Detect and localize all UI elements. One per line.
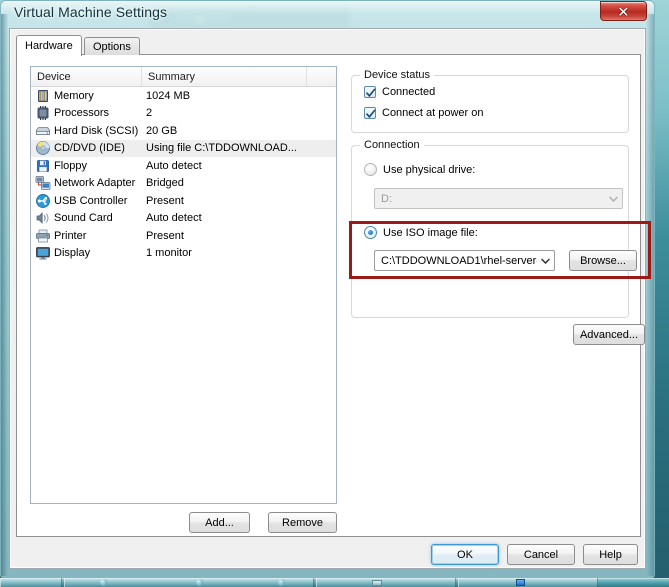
taskbar-icon (372, 580, 382, 586)
taskbar-icon (100, 579, 107, 586)
list-item-device: Printer (54, 229, 87, 242)
taskbar-item[interactable] (458, 578, 598, 587)
radio-use-physical-drive-label: Use physical drive: (383, 163, 476, 176)
tab-hardware-label: Hardware (25, 40, 73, 52)
radio-button-off (364, 163, 377, 176)
radio-button-on (364, 226, 377, 239)
list-item[interactable]: USB Controller Present (31, 192, 336, 210)
chevron-down-icon (605, 189, 622, 208)
list-item-summary: 20 GB (146, 124, 178, 137)
list-item-summary: Bridged (146, 177, 184, 190)
remove-button[interactable]: Remove (268, 512, 337, 533)
tab-hardware[interactable]: Hardware (16, 35, 82, 56)
help-button[interactable]: Help (583, 544, 638, 565)
close-x-icon (618, 6, 629, 16)
list-item-summary: Using file C:\TDDOWNLOAD... (146, 142, 297, 155)
checkbox-box (364, 107, 376, 119)
window-title: Virtual Machine Settings (14, 4, 168, 20)
list-item-device: Network Adapter (54, 177, 136, 190)
list-item-summary: Present (146, 194, 184, 207)
list-item-selected[interactable]: CD/DVD (IDE) Using file C:\TDDOWNLOAD... (31, 139, 336, 157)
taskbar-icon (196, 579, 203, 586)
tab-options[interactable]: Options (84, 37, 140, 55)
display-icon (36, 247, 50, 260)
dialog-client-area: Hardware Options Device Summary Memory 1… (9, 28, 651, 569)
add-button[interactable]: Add... (189, 512, 250, 533)
connection-title: Connection (360, 139, 424, 151)
physical-drive-combo[interactable]: D: (374, 188, 623, 209)
radio-use-iso-image-file-label: Use ISO image file: (383, 226, 478, 239)
list-item-device: USB Controller (54, 194, 128, 207)
list-item-device: Floppy (54, 159, 88, 172)
checkbox-connected-label: Connected (382, 86, 436, 98)
device-status-group: Device status Connected Connect at power… (351, 69, 629, 133)
taskbar (0, 578, 669, 587)
sound-card-icon (36, 212, 49, 225)
iso-file-value: C:\TDDOWNLOAD1\rhel-server- (381, 254, 537, 267)
checkbox-connect-at-power-on[interactable]: Connect at power on (364, 107, 484, 119)
tab-strip: Hardware Options (16, 35, 641, 56)
radio-use-physical-drive[interactable]: Use physical drive: (364, 163, 475, 176)
hard-disk-icon (36, 126, 50, 135)
checkbox-box (364, 86, 376, 98)
column-header-device[interactable]: Device (31, 67, 142, 86)
list-item[interactable]: Memory 1024 MB (31, 87, 336, 105)
list-item-device: Memory (54, 89, 94, 102)
list-item-device: Processors (54, 107, 110, 120)
list-item[interactable]: Hard Disk (SCSI) 20 GB (31, 122, 336, 140)
checkbox-connected[interactable]: Connected (364, 86, 435, 98)
radio-use-iso-image-file[interactable]: Use ISO image file: (364, 226, 478, 239)
checkmark-icon (366, 88, 376, 98)
close-button[interactable] (600, 1, 647, 21)
list-item[interactable]: Network Adapter Bridged (31, 175, 336, 193)
checkmark-icon (366, 109, 376, 119)
network-adapter-icon (35, 176, 51, 191)
iso-file-combo[interactable]: C:\TDDOWNLOAD1\rhel-server- (374, 250, 555, 271)
window-border-left (1, 14, 8, 576)
browse-button[interactable]: Browse... (569, 250, 637, 271)
processor-icon (37, 106, 49, 121)
device-list-body: Memory 1024 MB Processors 2 Hard Disk (S… (31, 87, 336, 262)
list-item[interactable]: Display 1 monitor (31, 245, 336, 263)
list-item-device: Sound Card (54, 212, 113, 225)
device-status-title: Device status (360, 69, 435, 81)
tab-options-label: Options (93, 40, 131, 53)
cancel-button[interactable]: Cancel (507, 544, 575, 565)
list-item-summary: Auto detect (146, 159, 202, 172)
list-item-device: Display (54, 247, 91, 260)
taskbar-icon (516, 579, 525, 586)
advanced-button[interactable]: Advanced... (573, 324, 645, 345)
virtual-machine-settings-window: Virtual Machine Settings Hardware Option… (0, 0, 655, 578)
cd-dvd-icon (36, 141, 50, 156)
device-list-header: Device Summary (31, 67, 336, 87)
connection-group: Connection Use physical drive: D: Use IS… (351, 139, 637, 318)
list-item-summary: 1024 MB (146, 89, 191, 102)
checkbox-connect-at-power-on-label: Connect at power on (382, 107, 484, 119)
list-item-summary: 1 monitor (146, 247, 192, 260)
hardware-tab-page: Device Summary Memory 1024 MB Processors… (16, 54, 651, 537)
list-item[interactable]: Floppy Auto detect (31, 157, 336, 175)
ok-button[interactable]: OK (431, 544, 499, 565)
list-item-summary: 2 (146, 107, 153, 120)
chevron-down-icon (537, 251, 554, 270)
list-item[interactable]: Processors 2 (31, 105, 336, 123)
floppy-icon (37, 159, 49, 172)
physical-drive-value: D: (381, 192, 392, 205)
list-item-device: CD/DVD (IDE) (54, 142, 125, 155)
column-header-summary[interactable]: Summary (142, 67, 307, 86)
device-list[interactable]: Device Summary Memory 1024 MB Processors… (30, 66, 337, 504)
list-item[interactable]: Printer Present (31, 227, 336, 245)
taskbar-start-button[interactable] (0, 578, 62, 587)
column-header-blank[interactable] (307, 67, 337, 86)
printer-icon (36, 229, 50, 243)
list-item-device: Hard Disk (SCSI) (54, 124, 139, 137)
taskbar-icon (278, 579, 285, 586)
memory-icon (38, 89, 48, 102)
usb-icon (36, 193, 50, 208)
list-item[interactable]: Sound Card Auto detect (31, 210, 336, 228)
list-item-summary: Present (146, 229, 184, 242)
list-item-summary: Auto detect (146, 212, 202, 225)
taskbar-item[interactable] (316, 578, 456, 587)
window-border-right (646, 14, 654, 576)
